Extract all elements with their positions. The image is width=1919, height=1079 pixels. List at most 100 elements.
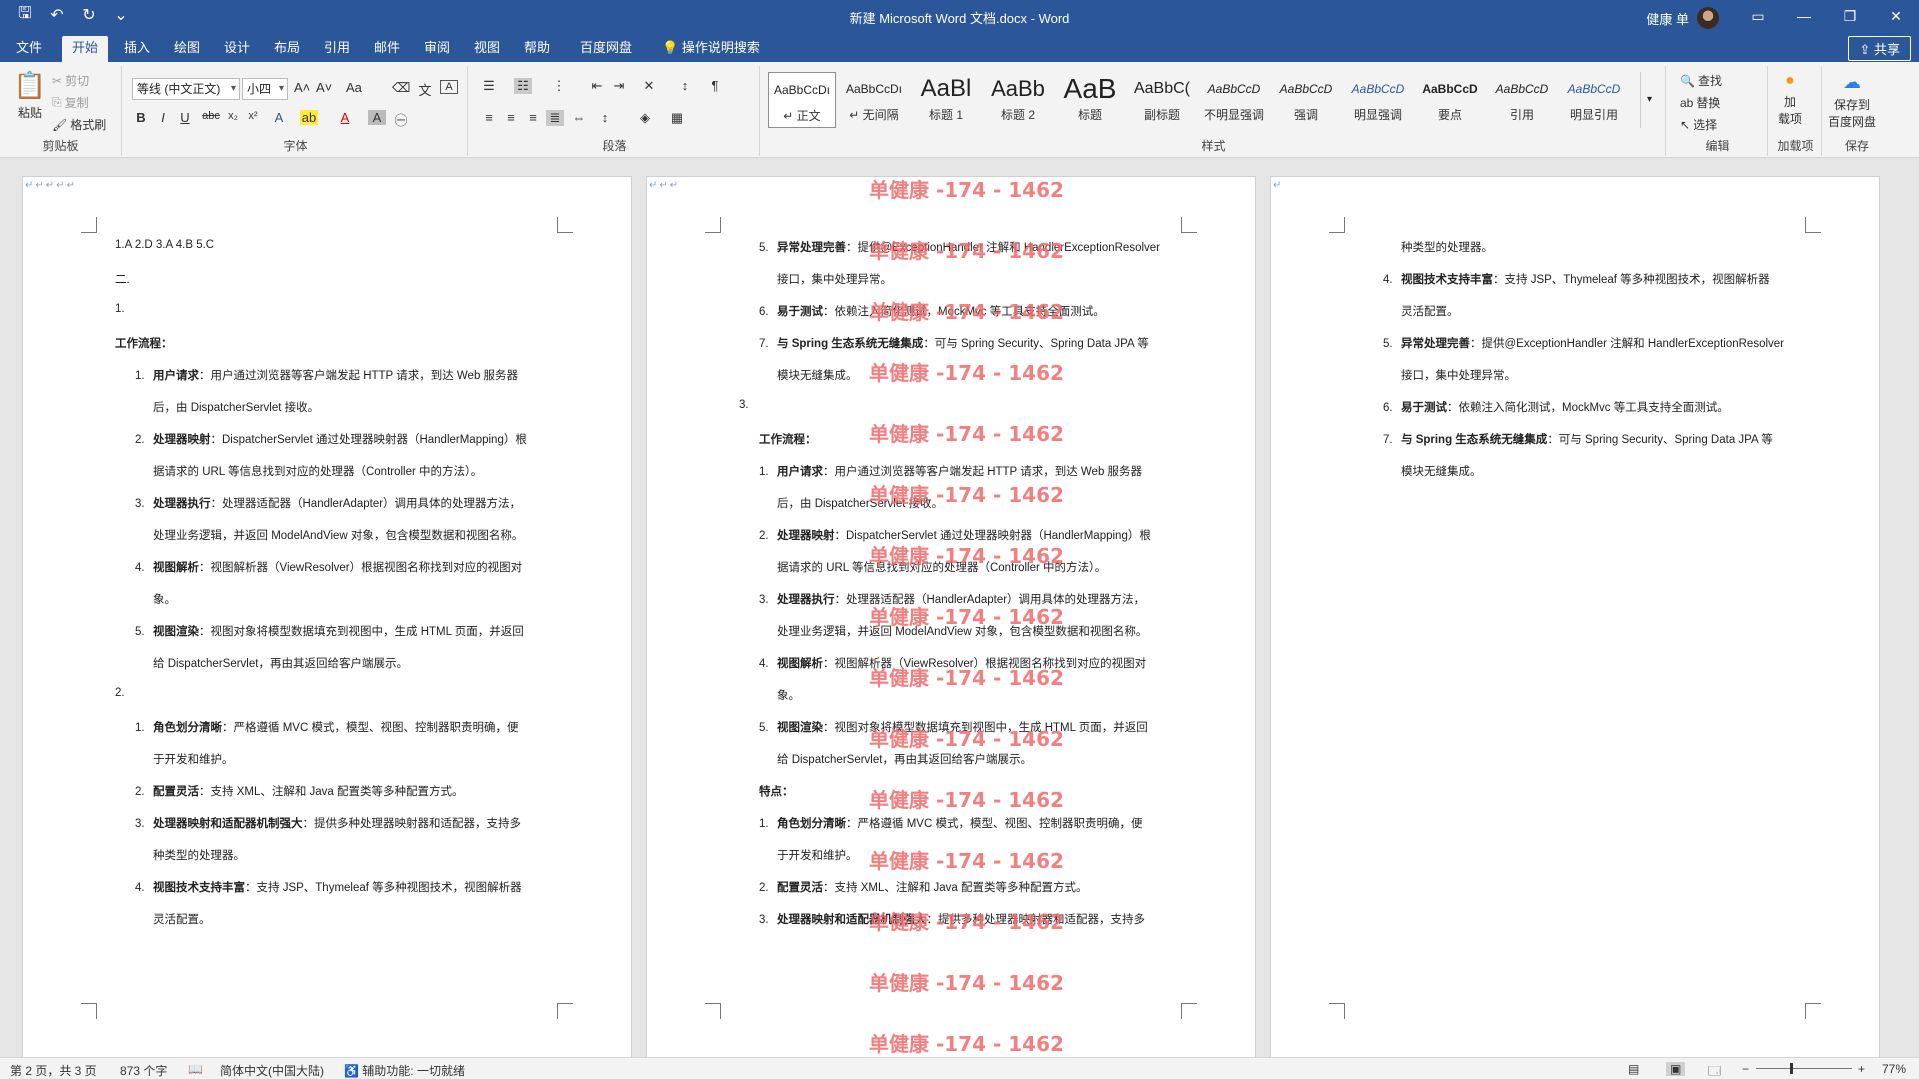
list-item[interactable]: 3. 处理器映射和适配器机制强大：提供多种处理器映射器和适配器，支持多 [135, 815, 521, 831]
list-item[interactable]: 2. 配置灵活：支持 XML、注解和 Java 配置类等多种配置方式。 [135, 783, 464, 799]
list-item[interactable]: 1. 用户请求：用户通过浏览器等客户端发起 HTTP 请求，到达 Web 服务器 [759, 463, 1142, 479]
decrease-indent-icon[interactable]: ⇤ [588, 78, 606, 94]
tab-draw[interactable]: 绘图 [164, 38, 210, 62]
list-item[interactable]: 4. 视图技术支持丰富：支持 JSP、Thymeleaf 等多种视图技术，视图解析… [1383, 271, 1770, 287]
tab-layout[interactable]: 布局 [264, 38, 310, 62]
replace-button[interactable]: ab 替换 [1680, 94, 1720, 111]
save-to-baidu-button[interactable]: ☁ 保存到 百度网盘 [1828, 72, 1876, 130]
paragraph-line[interactable]: 种类型的处理器。 [1401, 239, 1493, 255]
borders-icon[interactable]: ▦ [668, 110, 686, 126]
format-painter-button[interactable]: 🖌 格式刷 [52, 116, 106, 133]
chinese-layout-icon[interactable]: ✕ [640, 78, 658, 94]
tab-home[interactable]: 开始 [62, 36, 109, 62]
show-marks-icon[interactable]: ¶ [706, 78, 724, 93]
document-page-3[interactable]: 种类型的处理器。 ↵ 4. 视图技术支持丰富：支持 JSP、Thymeleaf 等多种… [1270, 176, 1880, 1057]
web-layout-icon[interactable]: 🗔 [1708, 1062, 1721, 1079]
maximize-icon[interactable]: ❐ [1827, 0, 1873, 32]
document-page-1[interactable]: 1.A 2.D 3.A 4.B 5.C ↵ 二. ↵ 1. ↵ 工作流程： ↵ 1. 用户请求：用… [22, 176, 632, 1057]
minimize-icon[interactable]: — [1781, 0, 1827, 32]
list-item[interactable]: 1. 角色划分清晰：严格遵循 MVC 模式，模型、视图、控制器职责明确，便 [759, 815, 1142, 831]
proofing-icon[interactable]: 📖 [188, 1062, 203, 1076]
list-item-continuation[interactable]: 于开发和维护。 [777, 847, 858, 863]
italic-icon[interactable]: I [154, 110, 172, 125]
list-item[interactable]: 4. 视图解析：视图解析器（ViewResolver）根据视图名称找到对应的视图对 [135, 559, 522, 575]
tab-view[interactable]: 视图 [464, 38, 510, 62]
section-heading[interactable]: 特点： [759, 783, 794, 799]
share-button[interactable]: ⇪ 共享 [1848, 36, 1911, 61]
justify-icon[interactable]: ≣ [546, 110, 564, 126]
addins-button[interactable]: ● 加 载项 [1778, 72, 1802, 127]
style-item[interactable]: AaB 标题 [1056, 72, 1124, 128]
font-size-select[interactable]: 小四 [242, 78, 288, 100]
copy-button[interactable]: ⎘ 复制 [52, 94, 89, 111]
print-layout-icon[interactable]: ▣ [1666, 1062, 1686, 1076]
enclose-char-icon[interactable]: ㊀ [392, 110, 410, 129]
text-effects-icon[interactable]: A [270, 110, 288, 125]
user-account[interactable]: 健康 单 [1646, 7, 1719, 29]
align-right-icon[interactable]: ≡ [524, 110, 542, 125]
tab-file[interactable]: 文件 [6, 38, 52, 62]
list-item[interactable]: 2. 配置灵活：支持 XML、注解和 Java 配置类等多种配置方式。 [759, 879, 1088, 895]
shading-icon[interactable]: ◈ [636, 110, 654, 126]
style-item[interactable]: AaBl 标题 1 [912, 72, 980, 128]
list-item[interactable]: 1. 用户请求：用户通过浏览器等客户端发起 HTTP 请求，到达 Web 服务器 [135, 367, 518, 383]
char-border-icon[interactable]: A [440, 80, 458, 94]
list-item-continuation[interactable]: 灵活配置。 [1401, 303, 1459, 319]
tell-me-search[interactable]: 💡 操作说明搜索 [652, 38, 770, 62]
list-item-continuation[interactable]: 处理业务逻辑，并返回 ModelAndView 对象，包含模型数据和视图名称。 [153, 527, 523, 543]
list-item-continuation[interactable]: 接口，集中处理异常。 [777, 271, 892, 287]
select-button[interactable]: ↖ 选择 [1680, 116, 1717, 133]
style-item[interactable]: AaBbCcDı ↵ 无间隔 [840, 72, 908, 128]
word-count[interactable]: 873 个字 [120, 1062, 167, 1079]
style-item[interactable]: AaBbCcD 明显引用 [1560, 72, 1628, 128]
list-item[interactable]: 5. 视图渲染：视图对象将模型数据填充到视图中，生成 HTML 页面，并返回 [135, 623, 524, 639]
strikethrough-icon[interactable]: abc [202, 110, 220, 122]
list-item-continuation[interactable]: 模块无缝集成。 [1401, 463, 1482, 479]
tab-mailings[interactable]: 邮件 [364, 38, 410, 62]
list-item[interactable]: 4. 视图技术支持丰富：支持 JSP、Thymeleaf 等多种视图技术，视图解析… [135, 879, 522, 895]
styles-more-icon[interactable]: ▾ [1640, 72, 1658, 128]
list-item-continuation[interactable]: 象。 [153, 591, 176, 607]
list-item-continuation[interactable]: 灵活配置。 [153, 911, 211, 927]
char-shading-icon[interactable]: A [368, 110, 386, 125]
close-icon[interactable]: ✕ [1873, 0, 1919, 32]
grow-font-button[interactable]: A˄ [294, 80, 310, 95]
tab-help[interactable]: 帮助 [514, 38, 560, 62]
shrink-font-button[interactable]: A˅ [316, 80, 332, 95]
list-item[interactable]: 3. 处理器执行：处理器适配器（HandlerAdapter）调用具体的处理器方法… [135, 495, 521, 511]
paste-button[interactable]: 📋 粘贴 [12, 70, 48, 121]
paragraph-line[interactable]: 1.A 2.D 3.A 4.B 5.C [115, 239, 214, 251]
subscript-icon[interactable]: x₂ [224, 110, 242, 122]
list-item[interactable]: 7. 与 Spring 生态系统无缝集成：可与 Spring Security、S… [759, 335, 1149, 351]
list-item[interactable]: 1. 角色划分清晰：严格遵循 MVC 模式，模型、视图、控制器职责明确，便 [135, 719, 518, 735]
clear-format-icon[interactable]: ⌫ [392, 80, 410, 96]
numbering-icon[interactable]: ☷ [514, 78, 532, 94]
tab-review[interactable]: 审阅 [414, 38, 460, 62]
section-heading[interactable]: 工作流程： [115, 335, 173, 351]
cut-button[interactable]: ✂ 剪切 [52, 72, 89, 89]
paragraph-line[interactable]: 2. [115, 687, 125, 699]
style-item[interactable]: AaBbCcD 明显强调 [1344, 72, 1412, 128]
superscript-icon[interactable]: x² [244, 110, 262, 122]
zoom-slider-thumb[interactable] [1790, 1063, 1793, 1074]
list-item-continuation[interactable]: 给 DispatcherServlet，再由其返回给客户端展示。 [777, 751, 1032, 767]
list-item-continuation[interactable]: 给 DispatcherServlet，再由其返回给客户端展示。 [153, 655, 408, 671]
accessibility-status[interactable]: ♿ 辅助功能: 一切就绪 [344, 1062, 465, 1079]
list-item-continuation[interactable]: 模块无缝集成。 [777, 367, 858, 383]
underline-icon[interactable]: U [176, 110, 194, 125]
page-count[interactable]: 第 2 页，共 3 页 [10, 1062, 97, 1079]
sort-icon[interactable]: ↕ [676, 78, 694, 93]
tab-insert[interactable]: 插入 [114, 38, 160, 62]
tab-references[interactable]: 引用 [314, 38, 360, 62]
zoom-level[interactable]: 77% [1882, 1062, 1906, 1076]
font-color-icon[interactable]: A [336, 110, 354, 125]
list-item[interactable]: 5. 异常处理完善：提供@ExceptionHandler 注解和 Handler… [1383, 335, 1784, 351]
style-item[interactable]: AaBb 标题 2 [984, 72, 1052, 128]
bold-icon[interactable]: B [132, 110, 150, 125]
list-item[interactable]: 6. 易于测试：依赖注入简化测试，MockMvc 等工具支持全面测试。 [1383, 399, 1729, 415]
align-left-icon[interactable]: ≡ [480, 110, 498, 125]
list-item-continuation[interactable]: 据请求的 URL 等信息找到对应的处理器（Controller 中的方法）。 [153, 463, 482, 479]
multilevel-list-icon[interactable]: ⋮ [550, 78, 568, 94]
align-center-icon[interactable]: ≡ [502, 110, 520, 125]
find-button[interactable]: 🔍 查找 [1680, 72, 1722, 89]
